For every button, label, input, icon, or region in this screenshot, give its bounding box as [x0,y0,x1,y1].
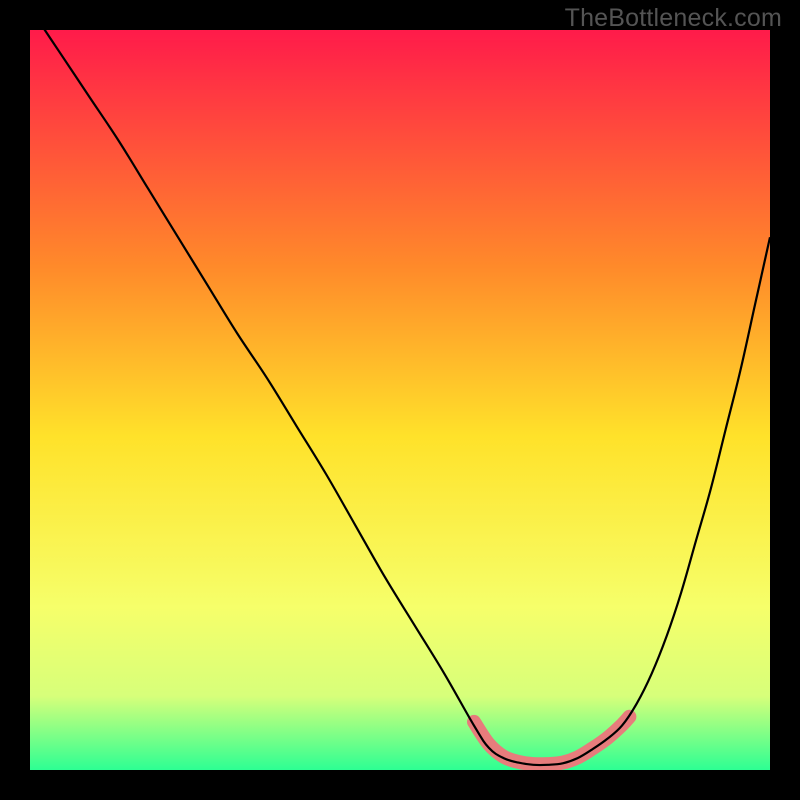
plot-area [30,30,770,770]
chart-frame: TheBottleneck.com [0,0,800,800]
watermark-text: TheBottleneck.com [565,4,782,33]
chart-svg [30,30,770,770]
